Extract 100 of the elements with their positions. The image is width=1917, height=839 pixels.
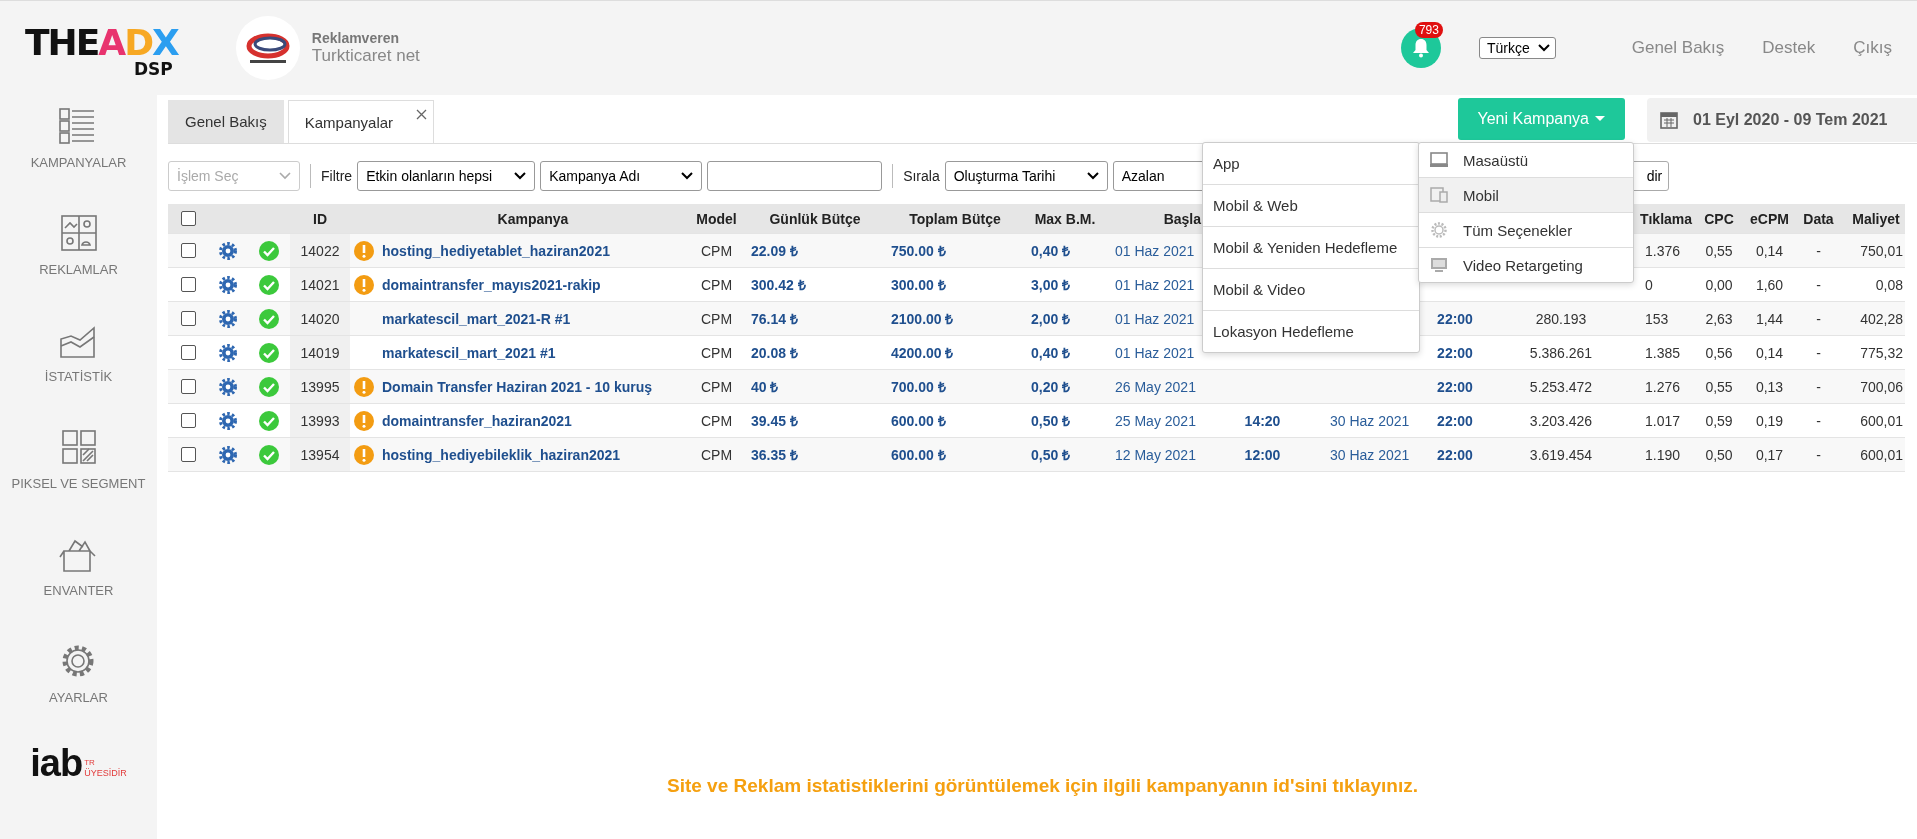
column-header[interactable]: Maliyet: [1841, 210, 1911, 227]
menu-item[interactable]: Mobil & Video: [1203, 269, 1419, 311]
table-cell: 2,00 ₺: [1031, 311, 1071, 327]
table-cell: 0,59: [1705, 412, 1733, 429]
field-select[interactable]: Kampanya Adı: [540, 161, 703, 191]
settings-icon[interactable]: [218, 342, 238, 363]
campaign-link[interactable]: domaintransfer_mayıs2021-rakip: [382, 276, 601, 293]
table-cell: 600.00 ₺: [891, 413, 946, 429]
language-select[interactable]: Türkçe: [1478, 37, 1556, 59]
campaign-link[interactable]: hosting_hediyebileklik_haziran2021: [382, 446, 621, 463]
table-cell: 25 May 2021: [1115, 412, 1196, 429]
column-header[interactable]: Günlük Bütçe: [745, 210, 885, 227]
row-checkbox[interactable]: [180, 447, 196, 462]
settings-icon[interactable]: [218, 240, 238, 261]
table-cell: -: [1816, 310, 1821, 327]
settings-icon[interactable]: [218, 376, 238, 397]
select-all-checkbox[interactable]: [180, 211, 196, 226]
row-checkbox[interactable]: [180, 345, 196, 360]
campaign-link[interactable]: Domain Transfer Haziran 2021 - 10 kuruş: [382, 378, 652, 395]
table-cell: 0,00: [1705, 276, 1733, 293]
column-header[interactable]: Başla: [1105, 210, 1205, 227]
chevron-icon: [279, 172, 291, 180]
table-cell: 1.376: [1645, 242, 1681, 259]
settings-icon[interactable]: [218, 308, 238, 329]
column-header[interactable]: Kampanya: [378, 210, 688, 227]
country-label: TR: [84, 758, 96, 768]
chevron-icon: [1537, 44, 1550, 52]
sort-label: Sırala: [903, 168, 940, 184]
column-header[interactable]: ID: [290, 210, 350, 227]
campaign-link[interactable]: markatescil_mart_2021-R #1: [382, 310, 571, 327]
monitor-icon: [1429, 151, 1449, 169]
sidebar-item[interactable]: PIKSEL VE SEGMENT: [11, 476, 146, 491]
table-cell: CPM: [700, 446, 733, 463]
iab-logo-text: iab: [30, 745, 83, 781]
table-cell: 01 Haz 2021: [1115, 310, 1195, 327]
campaign-link[interactable]: markatescil_mart_2021 #1: [382, 344, 556, 361]
menu-item[interactable]: Mobil: [1419, 178, 1633, 213]
table-cell: 01 Haz 2021: [1115, 242, 1195, 259]
sidebar-item[interactable]: REKLAMLAR: [39, 262, 118, 277]
filter-select[interactable]: Etkin olanların hepsi: [357, 161, 536, 191]
table-cell: 4200.00 ₺: [891, 345, 954, 361]
row-checkbox[interactable]: [180, 413, 196, 428]
tab[interactable]: Genel Bakış: [168, 100, 284, 143]
table-cell: 0,14: [1755, 344, 1784, 361]
table-cell: CPM: [700, 310, 733, 327]
table-cell: 22:00: [1437, 310, 1473, 327]
caret-icon: [1595, 116, 1605, 122]
table-cell: 1.190: [1645, 446, 1681, 463]
chevron-icon: [681, 172, 694, 180]
menu-item[interactable]: Tüm Seçenekler: [1419, 213, 1633, 248]
menu-item[interactable]: Lokasyon Hedefleme: [1203, 311, 1419, 352]
campaign-link[interactable]: domaintransfer_haziran2021: [382, 412, 572, 429]
settings-icon[interactable]: [218, 444, 238, 465]
table-cell: 22.09 ₺: [751, 243, 798, 259]
table-cell: 0,40 ₺: [1031, 345, 1071, 361]
settings-icon[interactable]: [218, 410, 238, 431]
row-checkbox[interactable]: [180, 311, 196, 326]
table-cell: 0,50: [1705, 446, 1733, 463]
date-range-picker[interactable]: 01 Eyl 2020 - 09 Tem 2021: [1647, 98, 1917, 142]
gear-icon: [1429, 221, 1449, 239]
tab[interactable]: Kampanyalar: [287, 100, 435, 143]
row-checkbox[interactable]: [180, 243, 196, 258]
sidebar-item[interactable]: İSTATİSTİK: [44, 369, 113, 384]
table-cell: 76.14 ₺: [751, 311, 798, 327]
sidebar-item[interactable]: ENVANTER: [43, 583, 114, 598]
chevron-icon: [1086, 172, 1099, 180]
table-cell: 0,56: [1705, 344, 1733, 361]
table-cell: 40 ₺: [751, 379, 779, 395]
menu-item[interactable]: Video Retargeting: [1419, 248, 1633, 282]
sort-select[interactable]: Oluşturma Tarihi: [944, 161, 1108, 191]
settings-icon[interactable]: [218, 274, 238, 295]
row-checkbox[interactable]: [180, 379, 196, 394]
column-header[interactable]: Model: [688, 210, 745, 227]
search-field[interactable]: [707, 161, 883, 191]
table-cell: 0,55: [1705, 378, 1733, 395]
table-cell: 26 May 2021: [1115, 378, 1196, 395]
table-cell: -: [1816, 276, 1821, 293]
column-header[interactable]: Data: [1796, 210, 1841, 227]
column-header[interactable]: Tıklama: [1637, 210, 1695, 227]
logo: THEADX DSP: [25, 25, 178, 77]
table-cell: 700,06: [1860, 378, 1903, 395]
sidebar-item[interactable]: AYARLAR: [49, 690, 108, 705]
advertiser-label: Reklamveren: [311, 30, 400, 46]
calendar-icon: [1659, 110, 1679, 130]
column-header[interactable]: CPC: [1695, 210, 1743, 227]
campaign-link[interactable]: hosting_hediyetablet_haziran2021: [382, 242, 610, 259]
column-header[interactable]: Toplam Bütçe: [885, 210, 1025, 227]
sidebar-item[interactable]: KAMPANYALAR: [30, 155, 127, 170]
table-cell: 600,01: [1860, 412, 1903, 429]
table-cell: 30 Haz 2021: [1330, 446, 1410, 463]
column-header[interactable]: eCPM: [1743, 210, 1796, 227]
row-checkbox[interactable]: [180, 277, 196, 292]
close-icon[interactable]: [416, 109, 428, 120]
table-cell: 775,32: [1860, 344, 1903, 361]
table-cell: 14:20: [1244, 412, 1281, 429]
table-cell: 01 Haz 2021: [1115, 276, 1195, 293]
column-header[interactable]: Max B.M.: [1025, 210, 1105, 227]
table-cell: 0,14: [1755, 242, 1784, 259]
table-cell: 1,44: [1755, 310, 1784, 327]
table-cell: 0,19: [1755, 412, 1784, 429]
